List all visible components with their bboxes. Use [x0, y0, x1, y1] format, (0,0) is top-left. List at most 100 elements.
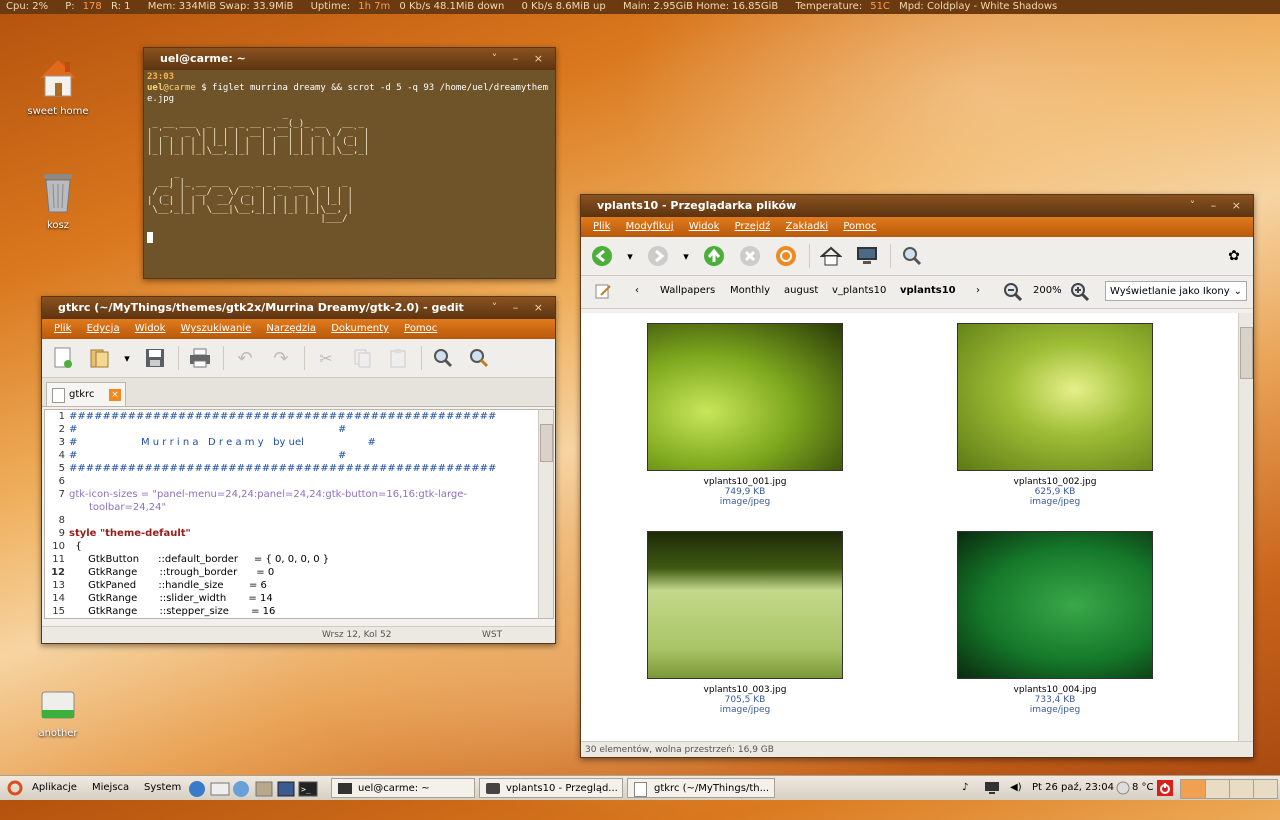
messenger-launcher-icon[interactable]	[232, 780, 252, 808]
cut-icon[interactable]: ✂	[313, 345, 339, 371]
taskbar-gedit[interactable]: gtkrc (~/MyThings/th...	[627, 778, 775, 798]
file-icon-view[interactable]: vplants10_001.jpg 749,9 KB image/jpeg vp…	[581, 313, 1239, 741]
menu-modyfikuj[interactable]: Modyfikuj	[626, 221, 674, 232]
open-document-icon[interactable]	[86, 345, 112, 371]
zoom-in-icon[interactable]	[1071, 283, 1090, 304]
file-item[interactable]: vplants10_002.jpg 625,9 KB image/jpeg	[957, 323, 1153, 507]
net-up-readout: 0 Kb/s 8.6MiB up	[521, 1, 606, 12]
menu-widok[interactable]: Widok	[135, 323, 166, 334]
terminal-launcher-icon[interactable]: >_	[298, 780, 318, 808]
editor-launcher-icon[interactable]	[276, 780, 296, 808]
search-icon[interactable]	[899, 243, 925, 269]
net-down-readout: 0 Kb/s 48.1MiB down	[399, 1, 505, 12]
computer-icon[interactable]	[854, 243, 880, 269]
browser-launcher-icon[interactable]	[188, 780, 206, 808]
workspace-3[interactable]	[1229, 780, 1254, 798]
menu-plik[interactable]: Plik	[593, 221, 610, 232]
window-controls[interactable]: ˅ – ×	[492, 297, 549, 319]
new-document-icon[interactable]	[50, 345, 76, 371]
taskbar-file-browser[interactable]: vplants10 - Przegląd...	[479, 778, 623, 798]
zoom-out-icon[interactable]	[1004, 283, 1023, 304]
icon-view-scrollbar[interactable]	[1238, 313, 1253, 741]
paste-icon[interactable]	[385, 345, 411, 371]
volume-icon[interactable]: ◀)	[1010, 776, 1022, 800]
menu-narzedzia[interactable]: Narzędzia	[266, 323, 316, 334]
file-item[interactable]: vplants10_003.jpg 705,5 KB image/jpeg	[647, 531, 843, 715]
redo-icon[interactable]: ↷	[268, 345, 294, 371]
editor-scrollbar[interactable]	[538, 410, 553, 618]
mail-launcher-icon[interactable]	[210, 780, 230, 808]
tab-gtkrc[interactable]: gtkrc ×	[46, 382, 126, 406]
breadcrumb-forward-arrow[interactable]: ›	[976, 285, 980, 296]
desktop-icon-trash[interactable]: kosz	[18, 168, 98, 231]
window-controls[interactable]: ˅ – ×	[1190, 195, 1247, 217]
menu-edycja[interactable]: Edycja	[87, 323, 120, 334]
clock[interactable]: Pt 26 paź, 23:04	[1032, 776, 1114, 800]
breadcrumb-august[interactable]: august	[784, 285, 818, 296]
network-icon[interactable]	[984, 781, 1000, 805]
desktop-icon-home[interactable]: sweet home	[18, 54, 98, 117]
reload-icon[interactable]	[773, 243, 799, 269]
workspace-1[interactable]	[1181, 780, 1205, 798]
breadcrumb-monthly[interactable]: Monthly	[730, 285, 770, 296]
terminal-titlebar[interactable]: uel@carme: ~ ˅ – ×	[144, 48, 555, 70]
code-editor[interactable]: 1 #######################################…	[44, 409, 554, 619]
close-tab-icon[interactable]: ×	[109, 389, 121, 401]
forward-icon[interactable]	[645, 243, 671, 269]
chevron-down-icon[interactable]: ▾	[625, 243, 635, 269]
search-icon[interactable]	[430, 345, 456, 371]
undo-icon[interactable]: ↶	[232, 345, 258, 371]
system-menu[interactable]: System	[144, 776, 181, 800]
back-icon[interactable]	[589, 243, 615, 269]
code-line: 4 # #	[58, 450, 347, 461]
weather-temperature[interactable]: 8 °C	[1132, 776, 1154, 800]
power-icon[interactable]	[1157, 780, 1173, 806]
desktop-icon-drive[interactable]: another	[18, 688, 98, 739]
breadcrumb-vplants10[interactable]: vplants10	[900, 285, 956, 296]
menu-wyszukiwanie[interactable]: Wyszukiwanie	[181, 323, 252, 334]
menu-przejdz[interactable]: Przejdź	[735, 221, 771, 232]
breadcrumb-wallpapers[interactable]: Wallpapers	[660, 285, 715, 296]
file-browser-titlebar[interactable]: vplants10 - Przeglądarka plików ˅ – ×	[581, 195, 1253, 217]
terminal-window[interactable]: uel@carme: ~ ˅ – × 23:03 uel@carme $ fig…	[143, 47, 556, 279]
view-mode-select[interactable]: Wyświetlanie jako Ikony ⌄	[1105, 281, 1247, 301]
music-note-icon[interactable]: ♪	[962, 776, 968, 800]
breadcrumb-back-arrow[interactable]: ‹	[635, 285, 639, 296]
scrollbar-thumb[interactable]	[540, 424, 553, 462]
workspace-switcher[interactable]	[1180, 779, 1278, 799]
taskbar-terminal[interactable]: uel@carme: ~	[331, 778, 475, 798]
copy-icon[interactable]	[349, 345, 375, 371]
stop-icon[interactable]	[737, 243, 763, 269]
terminal-content[interactable]: 23:03 uel@carme $ figlet murrina dreamy …	[144, 70, 555, 278]
media-launcher-icon[interactable]	[254, 780, 274, 808]
gedit-titlebar[interactable]: gtkrc (~/MyThings/themes/gtk2x/Murrina D…	[42, 297, 555, 319]
print-icon[interactable]	[187, 345, 213, 371]
gedit-window[interactable]: gtkrc (~/MyThings/themes/gtk2x/Murrina D…	[41, 296, 556, 644]
menu-pomoc[interactable]: Pomoc	[843, 221, 876, 232]
folder-icon	[486, 783, 500, 794]
menu-widok[interactable]: Widok	[689, 221, 720, 232]
breadcrumb-v-plants10[interactable]: v_plants10	[832, 285, 886, 296]
menu-zakladki[interactable]: Zakładki	[786, 221, 829, 232]
file-item[interactable]: vplants10_001.jpg 749,9 KB image/jpeg	[647, 323, 843, 507]
scrollbar-thumb[interactable]	[1240, 327, 1253, 379]
replace-icon[interactable]	[466, 345, 492, 371]
places-menu[interactable]: Miejsca	[92, 776, 129, 800]
window-controls[interactable]: ˅ – ×	[492, 48, 549, 70]
edit-location-icon[interactable]	[595, 283, 611, 302]
up-icon[interactable]	[701, 243, 727, 269]
workspace-2[interactable]	[1205, 780, 1230, 798]
chevron-down-icon[interactable]: ▾	[681, 243, 691, 269]
file-item[interactable]: vplants10_004.jpg 733,4 KB image/jpeg	[957, 531, 1153, 715]
menu-pomoc[interactable]: Pomoc	[404, 323, 437, 334]
applications-menu[interactable]: Aplikacje	[32, 776, 77, 800]
desktop-icon-drive-label: another	[38, 728, 78, 739]
save-icon[interactable]	[142, 345, 168, 371]
menu-plik[interactable]: Plik	[54, 323, 71, 334]
menu-dokumenty[interactable]: Dokumenty	[331, 323, 389, 334]
document-icon	[52, 388, 65, 403]
file-browser-window[interactable]: vplants10 - Przeglądarka plików ˅ – × Pl…	[580, 194, 1254, 758]
workspace-4[interactable]	[1253, 780, 1278, 798]
chevron-down-icon[interactable]: ▾	[122, 345, 132, 371]
home-icon[interactable]	[818, 243, 844, 269]
